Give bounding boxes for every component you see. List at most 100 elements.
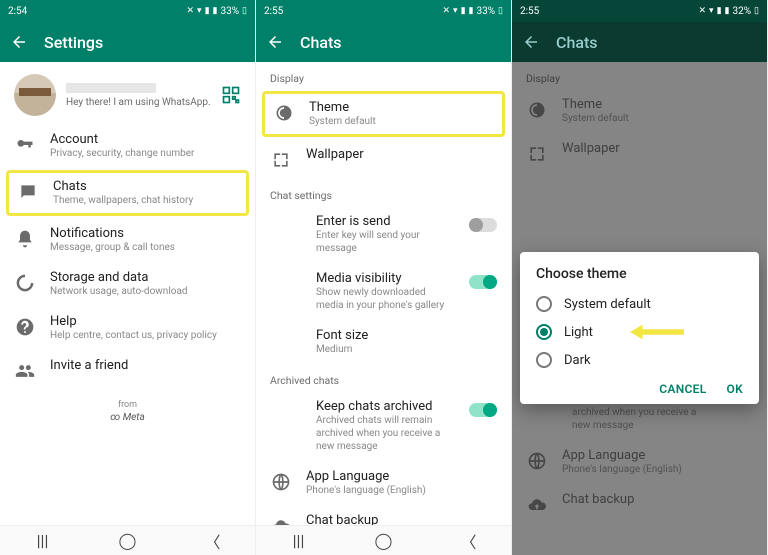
app-bar: Chats — [256, 22, 511, 62]
theme-icon — [526, 99, 548, 121]
theme-option-system[interactable]: System default — [536, 290, 743, 318]
wallpaper-icon — [526, 143, 548, 165]
row-sub: Help centre, contact us, privacy policy — [50, 329, 241, 342]
qr-icon[interactable] — [221, 85, 241, 105]
row-title: Wallpaper — [562, 141, 753, 156]
row-title: Invite a friend — [50, 358, 241, 373]
settings-item-storage[interactable]: Storage and data Network usage, auto-dow… — [0, 262, 255, 306]
chats-item-wallpaper[interactable]: Wallpaper — [256, 139, 511, 179]
recent-apps-button[interactable]: ||| — [33, 531, 53, 551]
row-title: Enter is send — [316, 214, 455, 229]
back-nav-button[interactable]: 〈 — [203, 531, 223, 551]
settings-item-notifications[interactable]: Notifications Message, group & call tone… — [0, 218, 255, 262]
toggle-media-visibility[interactable] — [469, 275, 497, 289]
signal2-icon: ▮ — [469, 6, 474, 16]
screen-chats-dialog: 2:55 ✕ ▾ ▮ ▮ 32% ▯ Chats Display Theme S… — [512, 0, 768, 555]
home-button[interactable]: ◯ — [374, 531, 394, 551]
wallpaper-icon — [270, 149, 292, 171]
recent-apps-button[interactable]: ||| — [289, 531, 309, 551]
row-title: Wallpaper — [306, 147, 497, 162]
dialog-title: Choose theme — [536, 266, 743, 282]
app-bar: Chats — [512, 22, 767, 62]
row-sub: Show newly downloaded media in your phon… — [316, 286, 455, 312]
people-icon — [14, 360, 36, 382]
row-sub: Privacy, security, change number — [50, 147, 241, 160]
signal-icon: ▮ — [461, 6, 466, 16]
row-title: Font size — [316, 328, 497, 343]
section-archived: Archived chats — [256, 364, 511, 391]
key-icon — [14, 134, 36, 156]
row-title: Chat backup — [306, 513, 497, 525]
toggle-enter-send[interactable] — [469, 218, 497, 232]
status-time: 2:55 — [264, 6, 283, 17]
option-label: System default — [564, 297, 651, 312]
battery-icon: ▯ — [242, 6, 247, 16]
chats-item-app-language[interactable]: App Language Phone's language (English) — [256, 461, 511, 505]
row-title: Theme — [309, 100, 494, 115]
profile-row[interactable]: Hey there! I am using WhatsApp. — [0, 62, 255, 124]
row-title: Account — [50, 132, 241, 147]
settings-item-help[interactable]: Help Help centre, contact us, privacy po… — [0, 306, 255, 350]
page-title: Chats — [556, 33, 598, 52]
cloud-up-icon — [526, 494, 548, 516]
chats-item-backup: Chat backup — [512, 484, 767, 524]
row-sub: System default — [562, 112, 753, 125]
status-bar: 2:55 ✕ ▾ ▮ ▮ 32% ▯ — [512, 0, 767, 22]
cancel-button[interactable]: CANCEL — [659, 382, 706, 396]
row-title: Media visibility — [316, 271, 455, 286]
option-label: Light — [564, 325, 593, 340]
profile-status: Hey there! I am using WhatsApp. — [66, 97, 211, 108]
chats-content: Display Theme System default Wallpaper C… — [256, 62, 511, 525]
android-navbar: ||| ◯ 〈 — [0, 525, 255, 555]
theme-option-dark[interactable]: Dark — [536, 346, 743, 374]
chats-item-theme: Theme System default — [512, 89, 767, 133]
page-title: Chats — [300, 33, 342, 52]
row-sub: Theme, wallpapers, chat history — [53, 194, 238, 207]
back-button[interactable] — [522, 33, 540, 51]
home-button[interactable]: ◯ — [118, 531, 138, 551]
settings-item-chats[interactable]: Chats Theme, wallpapers, chat history — [9, 173, 246, 213]
chats-item-media-visibility[interactable]: Media visibility Show newly downloaded m… — [256, 263, 511, 320]
row-title: Storage and data — [50, 270, 241, 285]
row-title: Chats — [53, 179, 238, 194]
chats-content-dimmed: Display Theme System default Wallpaper A… — [512, 62, 767, 555]
back-button[interactable] — [266, 33, 284, 51]
android-navbar: ||| ◯ 〈 — [256, 525, 511, 555]
wifi-icon: ▾ — [453, 6, 458, 16]
highlight-theme: Theme System default — [262, 91, 505, 137]
globe-icon — [526, 450, 548, 472]
settings-item-account[interactable]: Account Privacy, security, change number — [0, 124, 255, 168]
row-title: Notifications — [50, 226, 241, 241]
status-battery: 32% — [732, 6, 751, 17]
status-bar: 2:55 ✕ ▾ ▮ ▮ 33% ▯ — [256, 0, 511, 22]
row-title: Chat backup — [562, 492, 753, 507]
meta-label: ∞ Meta — [0, 412, 255, 423]
chats-item-theme[interactable]: Theme System default — [265, 94, 502, 134]
ok-button[interactable]: OK — [727, 382, 743, 396]
back-button[interactable] — [10, 33, 28, 51]
status-right: ✕ ▾ ▮ ▮ 32% ▯ — [698, 6, 759, 17]
row-sub: Phone's language (English) — [306, 484, 497, 497]
battery-icon: ▯ — [498, 6, 503, 16]
highlight-chats: Chats Theme, wallpapers, chat history — [6, 170, 249, 216]
status-battery: 33% — [476, 6, 495, 17]
back-nav-button[interactable]: 〈 — [459, 531, 479, 551]
chats-item-keep-archived[interactable]: Keep chats archived Archived chats will … — [256, 391, 511, 461]
status-right: ✕ ▾ ▮ ▮ 33% ▯ — [186, 6, 247, 17]
wifi-icon: ▾ — [709, 6, 714, 16]
status-time: 2:54 — [8, 6, 27, 17]
theme-icon — [273, 102, 295, 124]
profile-name-redacted — [66, 83, 156, 93]
settings-item-invite[interactable]: Invite a friend — [0, 350, 255, 390]
section-display: Display — [512, 62, 767, 89]
row-title: App Language — [562, 448, 753, 463]
toggle-keep-archived[interactable] — [469, 403, 497, 417]
signal2-icon: ▮ — [725, 6, 730, 16]
row-sub: Phone's language (English) — [562, 463, 753, 476]
chats-item-font-size[interactable]: Font size Medium — [256, 320, 511, 364]
chats-item-enter-send[interactable]: Enter is send Enter key will send your m… — [256, 206, 511, 263]
section-chat-settings: Chat settings — [256, 179, 511, 206]
row-title: Theme — [562, 97, 753, 112]
chats-item-backup[interactable]: Chat backup — [256, 505, 511, 525]
status-bar: 2:54 ✕ ▾ ▮ ▮ 33% ▯ — [0, 0, 255, 22]
